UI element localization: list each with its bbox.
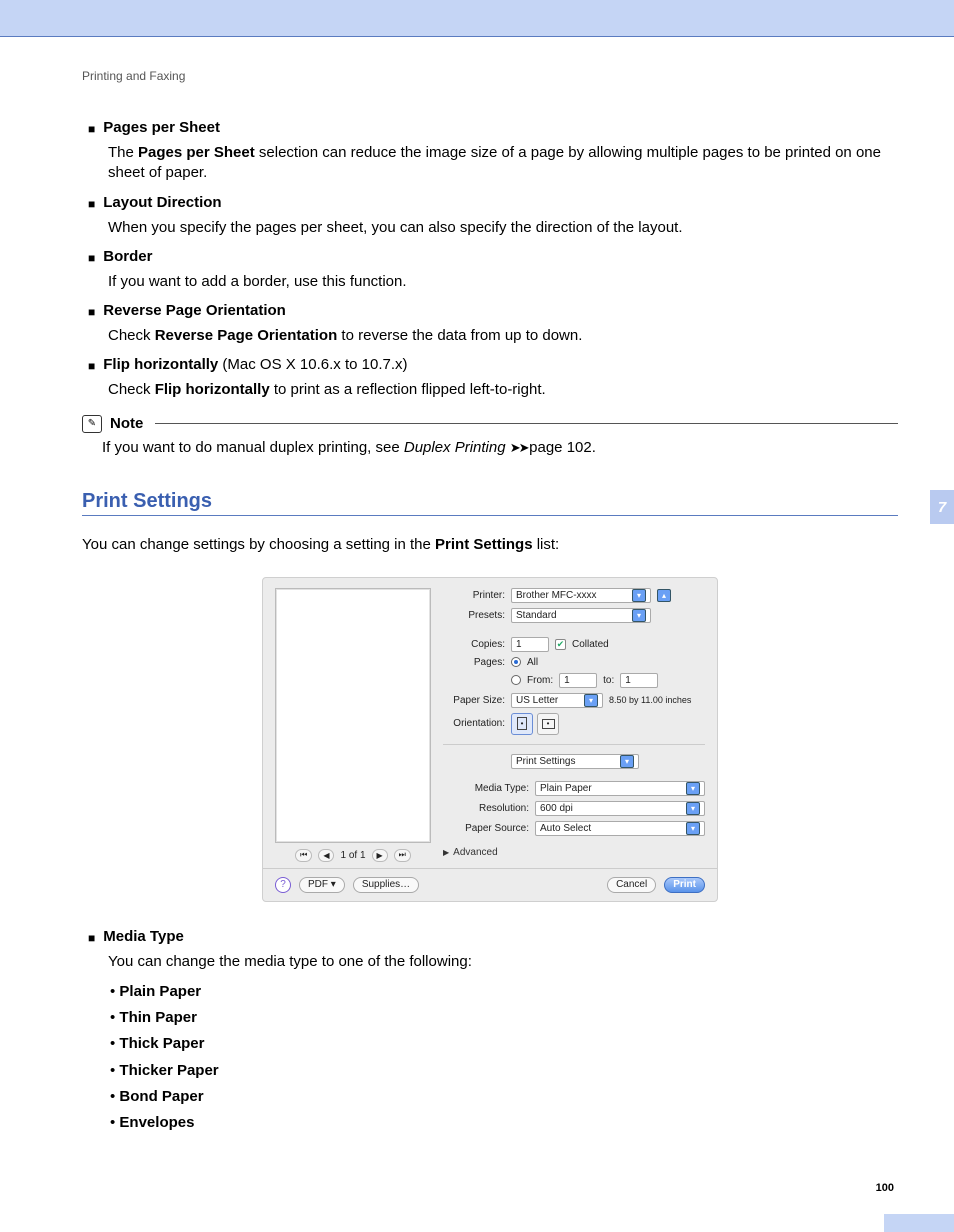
section-heading-print-settings: Print Settings — [82, 490, 898, 513]
feature-title-layout-direction: Layout Direction — [103, 194, 221, 211]
pager-next-button[interactable]: ▶ — [372, 849, 388, 862]
label-to: to: — [603, 675, 614, 686]
page-number: 100 — [876, 1182, 894, 1194]
label-paper-source: Paper Source: — [443, 823, 529, 834]
printer-status-button[interactable]: ▴ — [657, 589, 671, 602]
feature-body-layout-direction: When you specify the pages per sheet, yo… — [108, 218, 898, 238]
label-media-type: Media Type: — [443, 783, 529, 794]
orientation-landscape-button[interactable]: • — [537, 713, 559, 735]
feature-list: ■Pages per Sheet The Pages per Sheet sel… — [88, 119, 898, 401]
feature-body-reverse-page-orientation: Check Reverse Page Orientation to revers… — [108, 326, 898, 346]
media-type-heading: Media Type — [103, 928, 184, 945]
note-title: Note — [110, 415, 143, 432]
media-option-thin-paper: Thin Paper — [119, 1009, 197, 1026]
note-icon: ✎ — [82, 415, 102, 433]
printer-select[interactable]: Brother MFC-xxxx▾ — [511, 588, 651, 603]
label-pages: Pages: — [443, 657, 505, 668]
label-resolution: Resolution: — [443, 803, 529, 814]
media-type-lead: You can change the media type to one of … — [108, 952, 898, 972]
header-band — [0, 0, 954, 36]
feature-body-pages-per-sheet: The Pages per Sheet selection can reduce… — [108, 143, 898, 184]
label-orientation: Orientation: — [443, 718, 505, 729]
feature-body-flip-horizontally: Check Flip horizontally to print as a re… — [108, 380, 898, 400]
label-collated: Collated — [572, 639, 609, 650]
media-option-bond-paper: Bond Paper — [119, 1088, 203, 1105]
feature-title-pages-per-sheet: Pages per Sheet — [103, 119, 220, 136]
section-lead: You can change settings by choosing a se… — [82, 536, 898, 553]
pdf-menu-button[interactable]: PDF ▾ — [299, 877, 345, 893]
supplies-button[interactable]: Supplies… — [353, 877, 419, 893]
media-type-select[interactable]: Plain Paper▾ — [535, 781, 705, 796]
note-text: If you want to do manual duplex printing… — [102, 439, 898, 456]
copies-input[interactable]: 1 — [511, 637, 549, 652]
print-dialog: ⏮ ◀ 1 of 1 ▶ ⏭ Printer: Brother MFC-xxxx… — [262, 577, 718, 902]
feature-title-border: Border — [103, 248, 152, 265]
media-type-options: Plain Paper Thin Paper Thick Paper Thick… — [110, 982, 898, 1134]
paper-size-select[interactable]: US Letter▾ — [511, 693, 603, 708]
pages-to-input[interactable]: 1 — [620, 673, 658, 688]
advanced-disclosure[interactable]: ▶Advanced — [443, 847, 705, 858]
pages-range-radio[interactable] — [511, 675, 521, 685]
breadcrumb: Printing and Faxing — [82, 69, 898, 83]
resolution-select[interactable]: 600 dpi▾ — [535, 801, 705, 816]
media-option-envelopes: Envelopes — [119, 1114, 194, 1131]
label-printer: Printer: — [443, 590, 505, 601]
label-pages-all: All — [527, 657, 538, 668]
feature-body-border: If you want to add a border, use this fu… — [108, 272, 898, 292]
label-copies: Copies: — [443, 639, 505, 650]
pager-prev-button[interactable]: ◀ — [318, 849, 334, 862]
help-button[interactable]: ? — [275, 877, 291, 893]
media-option-thick-paper: Thick Paper — [119, 1035, 204, 1052]
pages-from-input[interactable]: 1 — [559, 673, 597, 688]
label-presets: Presets: — [443, 610, 505, 621]
preview-pager: ⏮ ◀ 1 of 1 ▶ ⏭ — [295, 849, 411, 862]
label-from: From: — [527, 675, 553, 686]
feature-title-flip-horizontally: Flip horizontally (Mac OS X 10.6.x to 10… — [103, 356, 407, 373]
paper-dimensions-text: 8.50 by 11.00 inches — [609, 695, 691, 705]
pager-first-button[interactable]: ⏮ — [295, 849, 312, 862]
feature-title-reverse-page-orientation: Reverse Page Orientation — [103, 302, 286, 319]
note-header: ✎ Note — [82, 415, 898, 433]
presets-select[interactable]: Standard▾ — [511, 608, 651, 623]
paper-source-select[interactable]: Auto Select▾ — [535, 821, 705, 836]
collated-checkbox[interactable]: ✔ — [555, 639, 566, 650]
media-option-plain-paper: Plain Paper — [119, 983, 201, 1000]
footer-band — [884, 1214, 954, 1232]
orientation-portrait-button[interactable]: • — [511, 713, 533, 735]
media-option-thicker-paper: Thicker Paper — [119, 1062, 218, 1079]
print-button[interactable]: Print — [664, 877, 705, 893]
cancel-button[interactable]: Cancel — [607, 877, 656, 893]
print-preview-area — [275, 588, 431, 843]
pages-all-radio[interactable] — [511, 657, 521, 667]
chapter-tab: 7 — [930, 490, 954, 524]
panel-select[interactable]: Print Settings▾ — [511, 754, 639, 769]
pager-status: 1 of 1 — [340, 850, 365, 861]
pager-last-button[interactable]: ⏭ — [394, 849, 411, 862]
label-paper-size: Paper Size: — [443, 695, 505, 706]
